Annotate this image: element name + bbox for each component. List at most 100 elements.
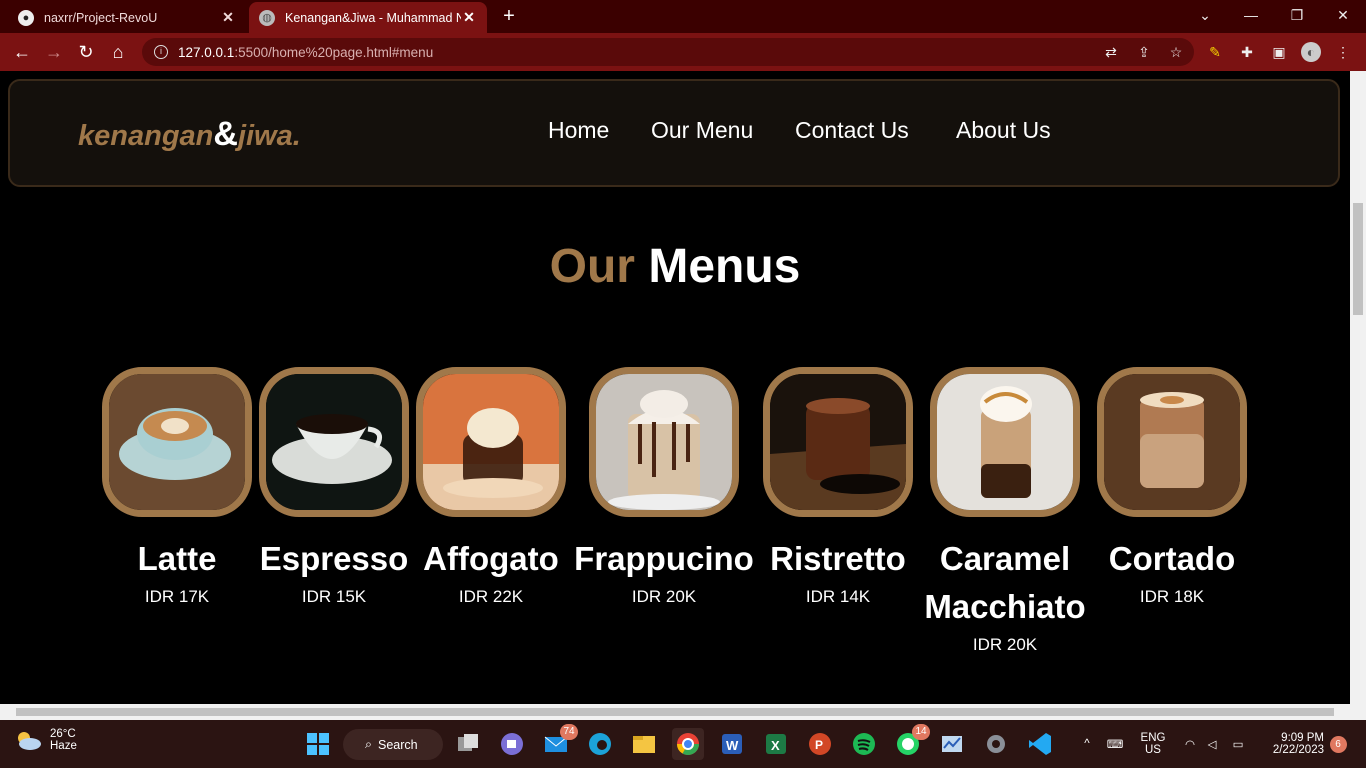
logo-main: kenangan bbox=[78, 120, 214, 152]
weather-temp: 26°C bbox=[50, 728, 76, 740]
mail-icon[interactable]: 74 bbox=[540, 724, 578, 760]
notification-badge: 6 bbox=[1329, 735, 1347, 753]
close-window-button[interactable]: ✕ bbox=[1320, 0, 1366, 33]
item-name: Ristretto bbox=[770, 540, 906, 577]
chevron-up-icon[interactable]: ^ bbox=[1076, 720, 1098, 768]
close-tab-icon[interactable]: ✕ bbox=[220, 9, 236, 26]
resource-monitor-icon[interactable] bbox=[936, 728, 968, 760]
whatsapp-icon[interactable]: 14 bbox=[892, 724, 930, 760]
menu-item-affogato[interactable]: Affogato IDR 22K bbox=[396, 367, 586, 607]
lang-bottom: US bbox=[1145, 744, 1161, 756]
taskbar-search[interactable]: ⌕ Search bbox=[343, 729, 443, 760]
highlighter-extension-icon[interactable]: ✎ bbox=[1205, 42, 1225, 62]
nav-contact-us[interactable]: Contact Us bbox=[795, 117, 909, 144]
svg-text:P: P bbox=[815, 738, 823, 752]
tab-search-icon[interactable]: ⌄ bbox=[1182, 0, 1228, 33]
clock-time: 9:09 PM bbox=[1281, 732, 1324, 744]
windows-taskbar: 26°C Haze ⌕ Search 74 W X P 14 ^ ⌨ ENG US … bbox=[0, 720, 1366, 768]
translate-icon[interactable]: ⇄ bbox=[1101, 42, 1121, 62]
tab-github[interactable]: ● naxrr/Project-RevoU ✕ bbox=[8, 2, 246, 33]
item-price: IDR 20K bbox=[631, 587, 697, 606]
frappucino-image bbox=[589, 367, 739, 517]
menu-item-frappucino[interactable]: Frappucino IDR 20K bbox=[569, 367, 759, 607]
word-icon[interactable]: W bbox=[716, 728, 748, 760]
address-bar[interactable]: i 127.0.0.1:5500/home%20page.html#menu bbox=[142, 38, 1194, 66]
wifi-icon[interactable]: ◠ bbox=[1180, 720, 1200, 768]
tab-title: Kenangan&Jiwa - Muhammad N bbox=[285, 10, 461, 25]
task-view-icon[interactable] bbox=[452, 728, 484, 760]
item-price: IDR 18K bbox=[1139, 587, 1205, 606]
clock-date: 2/22/2023 bbox=[1272, 744, 1324, 756]
battery-icon[interactable]: ▭ bbox=[1226, 720, 1250, 768]
espresso-image bbox=[259, 367, 409, 517]
whatsapp-badge: 14 bbox=[912, 724, 930, 740]
weather-widget[interactable]: 26°C Haze bbox=[14, 728, 77, 752]
item-name: Frappucino bbox=[574, 540, 754, 577]
extensions-icon[interactable]: ✚ bbox=[1237, 42, 1257, 62]
reload-button[interactable]: ↻ bbox=[75, 41, 97, 63]
forward-button[interactable]: → bbox=[43, 41, 65, 63]
github-icon: ● bbox=[18, 9, 34, 26]
vertical-scroll-thumb[interactable] bbox=[1353, 203, 1363, 315]
item-name: Caramel Macchiato bbox=[924, 540, 1086, 625]
menu-item-ristretto[interactable]: Ristretto IDR 14K bbox=[743, 367, 933, 607]
keyboard-icon[interactable]: ⌨ bbox=[1102, 720, 1128, 768]
site-logo[interactable]: kenangan&jiwa. bbox=[78, 115, 301, 154]
notification-center[interactable]: 6 bbox=[1328, 720, 1348, 768]
lang-top: ENG bbox=[1140, 732, 1166, 744]
webpage: kenangan&jiwa. Home Our Menu Contact Us … bbox=[0, 71, 1350, 704]
url-host: 127.0.0.1 bbox=[178, 44, 235, 60]
menu-item-cortado[interactable]: Cortado IDR 18K bbox=[1077, 367, 1267, 607]
url-path: :5500/home%20page.html#menu bbox=[234, 44, 434, 60]
start-button[interactable] bbox=[302, 728, 334, 760]
restore-button[interactable]: ❐ bbox=[1274, 0, 1320, 33]
clock[interactable]: 9:09 PM 2/22/2023 bbox=[1258, 720, 1324, 768]
nav-about-us[interactable]: About Us bbox=[956, 117, 1051, 144]
settings-gear-icon[interactable] bbox=[980, 728, 1012, 760]
bookmark-star-icon[interactable]: ☆ bbox=[1166, 42, 1186, 62]
nav-home[interactable]: Home bbox=[548, 117, 609, 144]
close-tab-icon[interactable]: ✕ bbox=[461, 9, 477, 26]
chrome-icon[interactable] bbox=[672, 728, 704, 760]
edge-icon[interactable] bbox=[584, 728, 616, 760]
share-icon[interactable]: ⇪ bbox=[1134, 42, 1154, 62]
excel-icon[interactable]: X bbox=[760, 728, 792, 760]
horizontal-scrollbar[interactable] bbox=[0, 704, 1366, 720]
language-indicator[interactable]: ENG US bbox=[1132, 720, 1174, 768]
vscode-icon[interactable] bbox=[1024, 728, 1056, 760]
ristretto-image bbox=[763, 367, 913, 517]
search-icon: ⌕ bbox=[365, 737, 373, 751]
nav-our-menu[interactable]: Our Menu bbox=[651, 117, 753, 144]
cloud-sun-icon bbox=[18, 732, 41, 750]
spotify-icon[interactable] bbox=[848, 728, 880, 760]
back-button[interactable]: ← bbox=[11, 41, 33, 63]
section-heading: Our Menus bbox=[0, 239, 1350, 294]
powerpoint-icon[interactable]: P bbox=[804, 728, 836, 760]
menu-item-caramel-macchiato[interactable]: Caramel Macchiato IDR 20K bbox=[910, 367, 1100, 655]
globe-icon: ◍ bbox=[259, 9, 275, 26]
horizontal-scroll-thumb[interactable] bbox=[16, 708, 1334, 716]
browser-menu-icon[interactable]: ⋮ bbox=[1333, 42, 1353, 62]
profile-avatar[interactable]: ◐ bbox=[1301, 42, 1321, 62]
weather-desc: Haze bbox=[50, 740, 77, 752]
svg-text:W: W bbox=[726, 738, 739, 753]
item-name: Cortado bbox=[1108, 540, 1236, 577]
file-explorer-icon[interactable] bbox=[628, 728, 660, 760]
tab-strip: ● naxrr/Project-RevoU ✕ ◍ Kenangan&Jiwa … bbox=[0, 0, 1366, 33]
minimize-button[interactable]: — bbox=[1228, 0, 1274, 33]
tab-title: naxrr/Project-RevoU bbox=[44, 10, 158, 25]
site-info-icon[interactable]: i bbox=[154, 45, 168, 59]
heading-accent: Our bbox=[549, 240, 635, 293]
caramel-macchiato-image bbox=[930, 367, 1080, 517]
tab-kenangan[interactable]: ◍ Kenangan&Jiwa - Muhammad N ✕ bbox=[249, 2, 487, 33]
side-panel-icon[interactable]: ▣ bbox=[1269, 42, 1289, 62]
vertical-scrollbar[interactable] bbox=[1350, 71, 1366, 704]
item-price: IDR 22K bbox=[458, 587, 524, 606]
home-button[interactable]: ⌂ bbox=[107, 41, 129, 63]
site-navbar: kenangan&jiwa. Home Our Menu Contact Us … bbox=[8, 79, 1340, 187]
volume-icon[interactable]: ◁ bbox=[1202, 720, 1222, 768]
teams-chat-icon[interactable] bbox=[496, 728, 528, 760]
new-tab-button[interactable]: + bbox=[498, 5, 520, 27]
item-name: Affogato bbox=[423, 540, 559, 577]
latte-image bbox=[102, 367, 252, 517]
